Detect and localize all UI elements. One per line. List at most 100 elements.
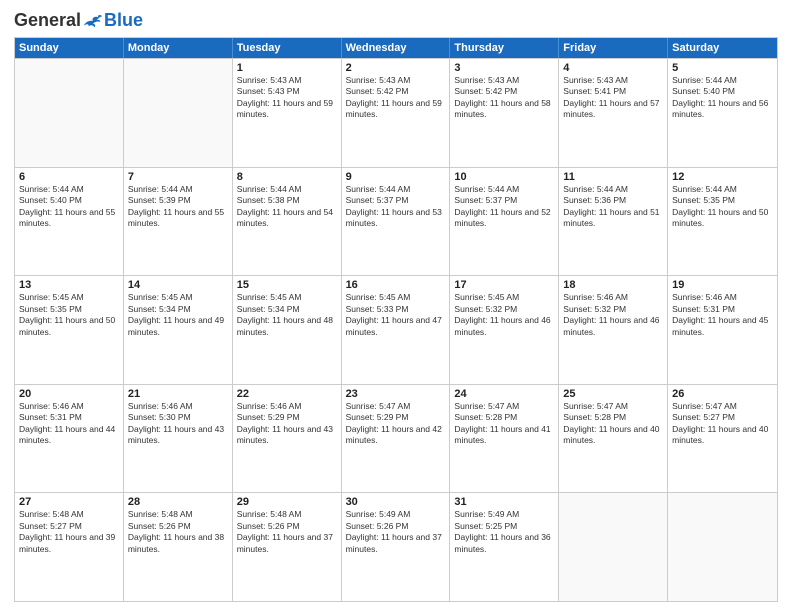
calendar-cell: 8Sunrise: 5:44 AM Sunset: 5:38 PM Daylig… xyxy=(233,168,342,276)
logo-bird-icon xyxy=(82,12,104,30)
day-info: Sunrise: 5:49 AM Sunset: 5:26 PM Dayligh… xyxy=(346,509,446,555)
day-number: 22 xyxy=(237,388,337,400)
calendar-cell: 30Sunrise: 5:49 AM Sunset: 5:26 PM Dayli… xyxy=(342,493,451,601)
calendar-cell: 21Sunrise: 5:46 AM Sunset: 5:30 PM Dayli… xyxy=(124,385,233,493)
calendar-cell xyxy=(668,493,777,601)
calendar-cell: 24Sunrise: 5:47 AM Sunset: 5:28 PM Dayli… xyxy=(450,385,559,493)
header-day-wednesday: Wednesday xyxy=(342,38,451,58)
day-info: Sunrise: 5:44 AM Sunset: 5:35 PM Dayligh… xyxy=(672,184,773,230)
day-info: Sunrise: 5:45 AM Sunset: 5:32 PM Dayligh… xyxy=(454,292,554,338)
calendar-cell: 12Sunrise: 5:44 AM Sunset: 5:35 PM Dayli… xyxy=(668,168,777,276)
day-info: Sunrise: 5:47 AM Sunset: 5:28 PM Dayligh… xyxy=(454,401,554,447)
header-day-saturday: Saturday xyxy=(668,38,777,58)
logo-blue-text: Blue xyxy=(104,10,143,31)
day-number: 4 xyxy=(563,62,663,74)
day-info: Sunrise: 5:43 AM Sunset: 5:41 PM Dayligh… xyxy=(563,75,663,121)
calendar-week-4: 20Sunrise: 5:46 AM Sunset: 5:31 PM Dayli… xyxy=(15,384,777,493)
day-number: 18 xyxy=(563,279,663,291)
day-info: Sunrise: 5:44 AM Sunset: 5:39 PM Dayligh… xyxy=(128,184,228,230)
day-number: 28 xyxy=(128,496,228,508)
day-info: Sunrise: 5:46 AM Sunset: 5:32 PM Dayligh… xyxy=(563,292,663,338)
day-number: 29 xyxy=(237,496,337,508)
day-info: Sunrise: 5:43 AM Sunset: 5:43 PM Dayligh… xyxy=(237,75,337,121)
calendar-cell: 25Sunrise: 5:47 AM Sunset: 5:28 PM Dayli… xyxy=(559,385,668,493)
calendar-cell: 5Sunrise: 5:44 AM Sunset: 5:40 PM Daylig… xyxy=(668,59,777,167)
day-number: 15 xyxy=(237,279,337,291)
calendar-cell: 13Sunrise: 5:45 AM Sunset: 5:35 PM Dayli… xyxy=(15,276,124,384)
day-info: Sunrise: 5:43 AM Sunset: 5:42 PM Dayligh… xyxy=(346,75,446,121)
day-info: Sunrise: 5:49 AM Sunset: 5:25 PM Dayligh… xyxy=(454,509,554,555)
calendar-cell: 26Sunrise: 5:47 AM Sunset: 5:27 PM Dayli… xyxy=(668,385,777,493)
day-number: 2 xyxy=(346,62,446,74)
day-number: 19 xyxy=(672,279,773,291)
calendar-cell: 17Sunrise: 5:45 AM Sunset: 5:32 PM Dayli… xyxy=(450,276,559,384)
calendar-cell: 18Sunrise: 5:46 AM Sunset: 5:32 PM Dayli… xyxy=(559,276,668,384)
day-info: Sunrise: 5:48 AM Sunset: 5:27 PM Dayligh… xyxy=(19,509,119,555)
calendar-cell: 14Sunrise: 5:45 AM Sunset: 5:34 PM Dayli… xyxy=(124,276,233,384)
day-number: 31 xyxy=(454,496,554,508)
calendar-week-3: 13Sunrise: 5:45 AM Sunset: 5:35 PM Dayli… xyxy=(15,275,777,384)
day-info: Sunrise: 5:47 AM Sunset: 5:27 PM Dayligh… xyxy=(672,401,773,447)
calendar: SundayMondayTuesdayWednesdayThursdayFrid… xyxy=(14,37,778,602)
day-info: Sunrise: 5:45 AM Sunset: 5:33 PM Dayligh… xyxy=(346,292,446,338)
day-info: Sunrise: 5:44 AM Sunset: 5:40 PM Dayligh… xyxy=(672,75,773,121)
day-number: 5 xyxy=(672,62,773,74)
day-number: 16 xyxy=(346,279,446,291)
day-info: Sunrise: 5:47 AM Sunset: 5:29 PM Dayligh… xyxy=(346,401,446,447)
calendar-cell: 15Sunrise: 5:45 AM Sunset: 5:34 PM Dayli… xyxy=(233,276,342,384)
calendar-cell: 19Sunrise: 5:46 AM Sunset: 5:31 PM Dayli… xyxy=(668,276,777,384)
day-info: Sunrise: 5:46 AM Sunset: 5:29 PM Dayligh… xyxy=(237,401,337,447)
calendar-cell: 9Sunrise: 5:44 AM Sunset: 5:37 PM Daylig… xyxy=(342,168,451,276)
header-day-thursday: Thursday xyxy=(450,38,559,58)
day-info: Sunrise: 5:44 AM Sunset: 5:36 PM Dayligh… xyxy=(563,184,663,230)
day-number: 14 xyxy=(128,279,228,291)
calendar-week-1: 1Sunrise: 5:43 AM Sunset: 5:43 PM Daylig… xyxy=(15,58,777,167)
calendar-cell: 3Sunrise: 5:43 AM Sunset: 5:42 PM Daylig… xyxy=(450,59,559,167)
day-number: 7 xyxy=(128,171,228,183)
calendar-cell: 29Sunrise: 5:48 AM Sunset: 5:26 PM Dayli… xyxy=(233,493,342,601)
calendar-week-5: 27Sunrise: 5:48 AM Sunset: 5:27 PM Dayli… xyxy=(15,492,777,601)
calendar-cell xyxy=(15,59,124,167)
day-number: 20 xyxy=(19,388,119,400)
logo-text: General Blue xyxy=(14,10,143,31)
day-number: 11 xyxy=(563,171,663,183)
day-info: Sunrise: 5:46 AM Sunset: 5:31 PM Dayligh… xyxy=(672,292,773,338)
day-info: Sunrise: 5:44 AM Sunset: 5:37 PM Dayligh… xyxy=(346,184,446,230)
calendar-cell: 7Sunrise: 5:44 AM Sunset: 5:39 PM Daylig… xyxy=(124,168,233,276)
calendar-cell: 1Sunrise: 5:43 AM Sunset: 5:43 PM Daylig… xyxy=(233,59,342,167)
calendar-cell: 16Sunrise: 5:45 AM Sunset: 5:33 PM Dayli… xyxy=(342,276,451,384)
day-number: 30 xyxy=(346,496,446,508)
day-number: 3 xyxy=(454,62,554,74)
calendar-cell: 2Sunrise: 5:43 AM Sunset: 5:42 PM Daylig… xyxy=(342,59,451,167)
day-number: 23 xyxy=(346,388,446,400)
header-day-friday: Friday xyxy=(559,38,668,58)
calendar-cell: 27Sunrise: 5:48 AM Sunset: 5:27 PM Dayli… xyxy=(15,493,124,601)
day-number: 17 xyxy=(454,279,554,291)
day-number: 6 xyxy=(19,171,119,183)
day-number: 1 xyxy=(237,62,337,74)
day-info: Sunrise: 5:45 AM Sunset: 5:34 PM Dayligh… xyxy=(237,292,337,338)
day-number: 9 xyxy=(346,171,446,183)
calendar-cell: 4Sunrise: 5:43 AM Sunset: 5:41 PM Daylig… xyxy=(559,59,668,167)
calendar-cell: 10Sunrise: 5:44 AM Sunset: 5:37 PM Dayli… xyxy=(450,168,559,276)
calendar-cell: 31Sunrise: 5:49 AM Sunset: 5:25 PM Dayli… xyxy=(450,493,559,601)
calendar-body: 1Sunrise: 5:43 AM Sunset: 5:43 PM Daylig… xyxy=(15,58,777,601)
day-info: Sunrise: 5:44 AM Sunset: 5:37 PM Dayligh… xyxy=(454,184,554,230)
main-container: General Blue SundayMondayTuesdayWednesda… xyxy=(0,0,792,612)
day-info: Sunrise: 5:44 AM Sunset: 5:38 PM Dayligh… xyxy=(237,184,337,230)
day-number: 12 xyxy=(672,171,773,183)
calendar-cell: 6Sunrise: 5:44 AM Sunset: 5:40 PM Daylig… xyxy=(15,168,124,276)
calendar-cell xyxy=(124,59,233,167)
day-info: Sunrise: 5:44 AM Sunset: 5:40 PM Dayligh… xyxy=(19,184,119,230)
day-info: Sunrise: 5:48 AM Sunset: 5:26 PM Dayligh… xyxy=(237,509,337,555)
day-number: 13 xyxy=(19,279,119,291)
day-number: 8 xyxy=(237,171,337,183)
calendar-cell: 22Sunrise: 5:46 AM Sunset: 5:29 PM Dayli… xyxy=(233,385,342,493)
day-info: Sunrise: 5:48 AM Sunset: 5:26 PM Dayligh… xyxy=(128,509,228,555)
day-number: 10 xyxy=(454,171,554,183)
calendar-cell xyxy=(559,493,668,601)
day-info: Sunrise: 5:46 AM Sunset: 5:30 PM Dayligh… xyxy=(128,401,228,447)
day-number: 25 xyxy=(563,388,663,400)
logo-general: General xyxy=(14,10,81,31)
day-number: 24 xyxy=(454,388,554,400)
